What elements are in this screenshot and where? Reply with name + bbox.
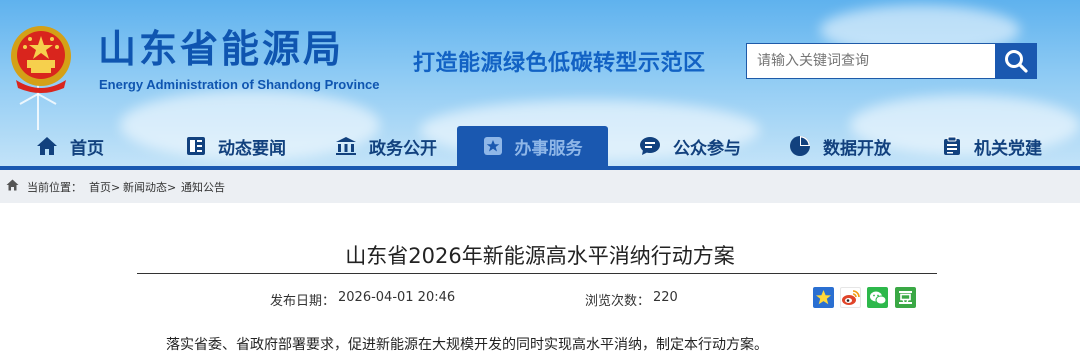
nav-item-label: 政务公开 xyxy=(369,138,437,159)
nav-item-party[interactable]: 机关党建 xyxy=(928,126,1056,166)
share-douban-button[interactable] xyxy=(895,287,916,308)
breadcrumb-current: 通知公告 xyxy=(181,181,225,194)
douban-icon xyxy=(899,291,912,304)
nav-item-service[interactable]: 办事服务 xyxy=(457,126,608,166)
site-title: 山东省能源局 xyxy=(98,27,345,71)
breadcrumb-prefix: 当前位置： xyxy=(27,181,82,194)
nav-item-label: 公众参与 xyxy=(673,138,741,159)
weibo-icon xyxy=(842,290,860,305)
chat-icon xyxy=(640,137,660,155)
nav-item-news[interactable]: 动态要闻 xyxy=(172,126,300,166)
publish-date: 2026-04-01 20:46 xyxy=(338,290,456,305)
government-icon xyxy=(336,137,356,155)
breadcrumb-link-news[interactable]: 新闻动态> xyxy=(123,179,176,195)
views-label: 浏览次数： xyxy=(585,294,651,309)
breadcrumb-link-home[interactable]: 首页> xyxy=(89,179,120,195)
nav-item-label: 首页 xyxy=(70,138,104,159)
nav-item-government[interactable]: 政务公开 xyxy=(322,126,450,166)
article-paragraph: 落实省委、省政府部署要求，促进新能源在大规模开发的同时实现高水平消纳，制定本行动… xyxy=(166,337,768,353)
article-title: 山东省2026年新能源高水平消纳行动方案 xyxy=(345,244,735,268)
news-icon xyxy=(187,137,205,155)
nav-item-home[interactable]: 首页 xyxy=(20,126,120,166)
wechat-icon xyxy=(869,291,886,304)
nav-item-data[interactable]: 数据开放 xyxy=(776,126,904,166)
party-building-icon xyxy=(944,136,960,155)
share-qzone-button[interactable] xyxy=(813,287,834,308)
title-divider xyxy=(137,273,937,274)
views-count: 220 xyxy=(653,290,678,305)
nav-item-label: 数据开放 xyxy=(823,138,891,159)
home-icon xyxy=(6,179,19,191)
qzone-star-icon xyxy=(816,290,831,305)
search-input[interactable] xyxy=(746,43,996,79)
nav-item-label: 机关党建 xyxy=(974,138,1042,159)
search-icon xyxy=(1005,50,1028,73)
search-button[interactable] xyxy=(995,43,1037,79)
share-weibo-button[interactable] xyxy=(840,287,861,308)
national-emblem-icon xyxy=(11,26,71,93)
pie-chart-icon xyxy=(790,136,810,156)
service-icon xyxy=(483,137,502,155)
nav-item-label: 动态要闻 xyxy=(218,138,286,159)
nav-item-label: 办事服务 xyxy=(514,138,583,159)
publish-date-label: 发布日期： xyxy=(270,294,336,309)
site-slogan: 打造能源绿色低碳转型示范区 xyxy=(413,51,706,76)
home-icon xyxy=(37,137,57,155)
share-wechat-button[interactable] xyxy=(867,287,888,308)
site-subtitle: Energy Administration of Shandong Provin… xyxy=(99,77,380,92)
nav-item-participation[interactable]: 公众参与 xyxy=(626,126,754,166)
